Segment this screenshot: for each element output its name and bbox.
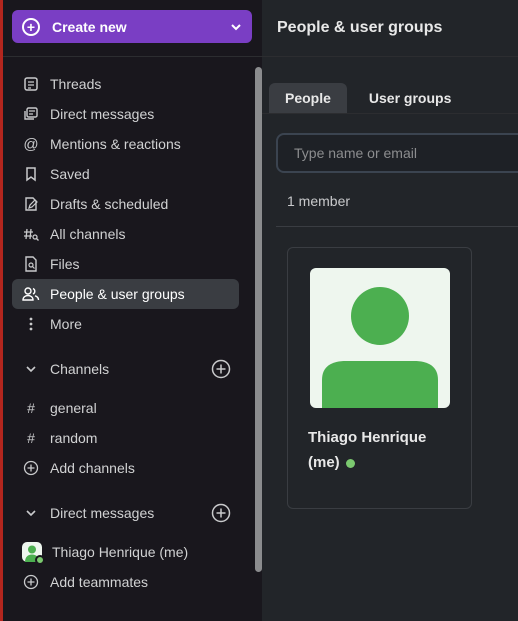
sidebar: + Create new Threads Direct messages @ M <box>3 0 262 621</box>
at-sign-icon: @ <box>23 135 39 153</box>
sidebar-item-people[interactable]: People & user groups <box>12 279 239 309</box>
dm-label: Thiago Henrique (me) <box>52 544 189 560</box>
add-teammates-label: Add teammates <box>50 574 149 590</box>
people-icon <box>22 285 40 303</box>
member-count: 1 member <box>287 193 351 209</box>
member-avatar <box>310 268 450 408</box>
hash-icon: # <box>27 400 35 416</box>
tab-people[interactable]: People <box>269 83 347 113</box>
add-channels-label: Add channels <box>50 460 135 476</box>
add-channel-icon[interactable] <box>211 359 231 379</box>
sidebar-nav: Threads Direct messages @ Mentions & rea… <box>3 57 262 597</box>
sidebar-item-label: Drafts & scheduled <box>50 196 169 212</box>
dm-section-header[interactable]: Direct messages <box>3 498 262 528</box>
sidebar-item-label: Mentions & reactions <box>50 136 181 152</box>
main-panel: People & user groups People User groups … <box>262 0 518 621</box>
sidebar-item-saved[interactable]: Saved <box>3 159 262 189</box>
channel-item-general[interactable]: # general <box>3 393 262 423</box>
divider <box>276 226 518 227</box>
create-new-button[interactable]: + Create new <box>12 10 252 43</box>
sidebar-item-drafts[interactable]: Drafts & scheduled <box>3 189 262 219</box>
online-status-dot <box>345 458 355 468</box>
add-teammates-button[interactable]: Add teammates <box>3 567 262 597</box>
person-silhouette-icon <box>322 287 438 408</box>
plus-circle-icon <box>22 573 40 591</box>
sidebar-item-label: Files <box>50 256 80 272</box>
app-window: + Create new Threads Direct messages @ M <box>0 0 518 621</box>
plus-circle-icon <box>22 459 40 477</box>
channel-label: random <box>50 430 98 446</box>
people-search[interactable] <box>276 133 518 173</box>
plus-circle-icon: + <box>22 17 40 36</box>
chevron-down-icon <box>22 504 40 522</box>
channel-item-random[interactable]: # random <box>3 423 262 453</box>
sidebar-item-threads[interactable]: Threads <box>3 69 262 99</box>
sidebar-item-label: Saved <box>50 166 90 182</box>
sidebar-top: + Create new <box>3 0 262 57</box>
tab-user-groups[interactable]: User groups <box>353 83 467 113</box>
sidebar-item-label: All channels <box>50 226 126 242</box>
sidebar-item-label: Threads <box>50 76 102 92</box>
sidebar-item-mentions[interactable]: @ Mentions & reactions <box>3 129 262 159</box>
channels-section-header[interactable]: Channels <box>3 354 262 384</box>
sidebar-scrollbar[interactable] <box>255 67 262 572</box>
channel-label: general <box>50 400 97 416</box>
direct-messages-icon <box>22 105 40 123</box>
files-icon <box>22 255 40 273</box>
browse-channels-icon <box>22 225 40 243</box>
sidebar-item-more[interactable]: More <box>3 309 262 339</box>
sidebar-item-label: More <box>50 316 82 332</box>
tabs-divider <box>262 113 518 114</box>
hash-icon: # <box>27 430 35 446</box>
sidebar-item-direct-messages[interactable]: Direct messages <box>3 99 262 129</box>
add-dm-icon[interactable] <box>211 503 231 523</box>
create-new-label: Create new <box>52 18 127 35</box>
threads-icon <box>22 75 40 93</box>
sidebar-item-all-channels[interactable]: All channels <box>3 219 262 249</box>
sidebar-item-label: Direct messages <box>50 106 155 122</box>
sidebar-item-files[interactable]: Files <box>3 249 262 279</box>
avatar <box>22 542 45 565</box>
dm-section-label: Direct messages <box>50 505 155 521</box>
chevron-down-icon <box>231 23 241 30</box>
bookmark-icon <box>22 165 40 183</box>
member-name: Thiago Henrique (me) <box>308 429 427 471</box>
more-vertical-icon <box>22 315 40 333</box>
member-card[interactable]: Thiago Henrique (me) <box>287 247 472 509</box>
draft-edit-icon <box>22 195 40 213</box>
online-status-dot <box>35 555 45 565</box>
channels-section-label: Channels <box>50 361 110 377</box>
dm-item-self[interactable]: Thiago Henrique (me) <box>3 537 262 567</box>
search-input[interactable] <box>294 145 514 161</box>
chevron-down-icon <box>22 360 40 378</box>
member-name-block: Thiago Henrique (me) <box>308 425 458 475</box>
page-title: People & user groups <box>262 0 518 57</box>
tab-bar: People User groups <box>269 83 467 113</box>
add-channels-button[interactable]: Add channels <box>3 453 262 483</box>
sidebar-item-label: People & user groups <box>50 286 185 302</box>
